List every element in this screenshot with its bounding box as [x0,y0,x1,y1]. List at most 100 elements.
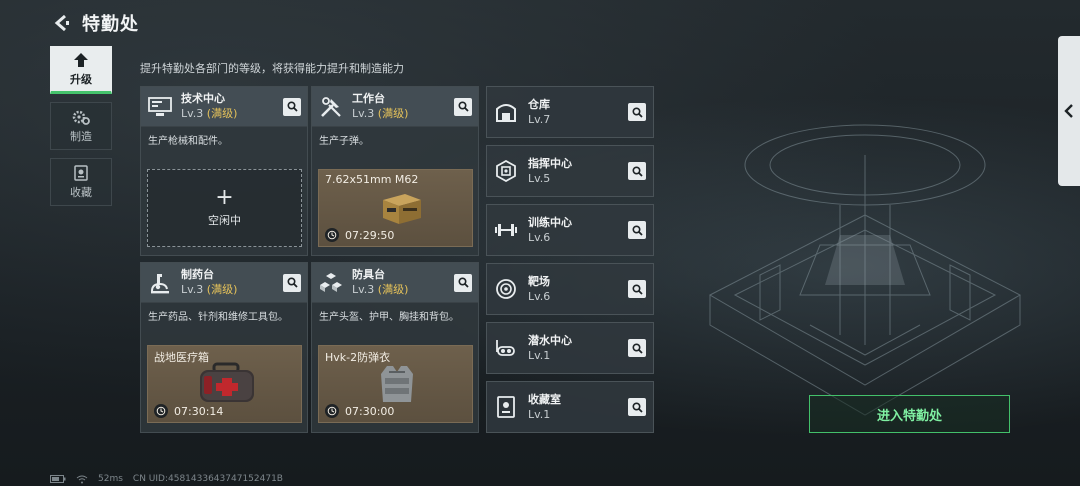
production-timer: 07:29:50 [325,228,394,242]
side-panel-toggle[interactable] [1058,36,1080,186]
back-button[interactable] [50,12,72,34]
production-timer: 07:30:14 [154,404,223,418]
search-icon [631,283,643,295]
page-subtitle: 提升特勤处各部门的等级，将获得能力提升和制造能力 [140,62,404,75]
card-header: 防具台 Lv.3 (满级) [312,263,478,303]
collection-icon [74,164,88,181]
tab-collection[interactable]: 收藏 [50,158,112,206]
search-icon [631,342,643,354]
page-header: 特勤处 [50,10,139,36]
facility-name: 技术中心 [181,92,225,105]
remaining-time: 07:29:50 [345,228,395,242]
facility-description: 生产头盔、护甲、胸挂和背包。 [319,312,459,323]
facility-description: 生产枪械和配件。 [148,136,228,147]
tab-upgrade[interactable]: 升级 [50,46,112,94]
department-item-command-center[interactable]: 指挥中心 Lv.5 [486,145,654,197]
inspect-button[interactable] [628,162,646,180]
upgrade-icon [74,52,88,67]
user-uid: CN UID:4581433643747152471B [132,474,283,484]
facility-level: Lv.3 [352,283,375,296]
back-arrow-icon [54,14,69,32]
department-name: 仓库 [528,97,550,111]
production-slot-busy[interactable]: Hvk-2防弹衣 07:30:00 [318,345,473,423]
card-header: 工作台 Lv.3 (满级) [312,87,478,127]
tab-upgrade-label: 升级 [70,72,92,86]
trophy-icon [494,395,518,419]
warehouse-icon [494,100,518,124]
search-icon [631,224,643,236]
facility-name: 制药台 [181,268,214,281]
search-icon [631,165,643,177]
armor-blocks-icon [318,270,344,296]
card-header: 制药台 Lv.3 (满级) [141,263,307,303]
inspect-button[interactable] [283,97,301,116]
department-level: Lv.7 [528,112,551,126]
tab-craft[interactable]: 制造 [50,102,112,150]
department-name: 指挥中心 [528,156,572,170]
card-header: 技术中心 Lv.3 (满级) [141,87,307,127]
clock-icon [154,404,168,418]
facility-card-pharmacy[interactable]: 制药台 Lv.3 (满级) 生产药品、针剂和维修工具包。 战地医疗箱 07:30… [140,262,308,433]
inspect-button[interactable] [283,273,301,292]
chip-icon [494,159,518,183]
max-level-badge: (满级) [377,283,409,296]
ammo-box-image [383,194,421,224]
remaining-time: 07:30:00 [345,404,395,418]
side-tabs: 升级 制造 收藏 [50,46,112,214]
facility-card-workbench[interactable]: 工作台 Lv.3 (满级) 生产子弹。 7.62x51mm M62 07:29:… [311,86,479,256]
ping-value: 52ms [98,474,123,484]
inspect-button[interactable] [454,273,472,292]
facility-level: Lv.3 [352,107,375,120]
max-level-badge: (满级) [206,107,238,120]
remaining-time: 07:30:14 [174,404,224,418]
inspect-button[interactable] [628,103,646,121]
facility-card-armor-bench[interactable]: 防具台 Lv.3 (满级) 生产头盔、护甲、胸挂和背包。 Hvk-2防弹衣 07… [311,262,479,433]
department-name: 训练中心 [528,215,572,229]
search-icon [457,101,469,112]
inspect-button[interactable] [628,280,646,298]
facility-name: 防具台 [352,268,385,281]
tab-craft-label: 制造 [70,129,92,143]
dumbbell-icon [494,218,518,242]
chevron-left-icon [1064,104,1073,118]
wifi-icon [76,475,88,483]
base-model-illustration [708,124,1022,416]
facility-level: Lv.3 [181,107,204,120]
search-icon [457,277,469,288]
production-timer: 07:30:00 [325,404,394,418]
production-slot-busy[interactable]: 战地医疗箱 07:30:14 [147,345,302,423]
inspect-button[interactable] [628,398,646,416]
production-slot-busy[interactable]: 7.62x51mm M62 07:29:50 [318,169,473,247]
search-icon [286,277,298,288]
max-level-badge: (满级) [206,283,238,296]
department-item-warehouse[interactable]: 仓库 Lv.7 [486,86,654,138]
computer-icon [147,94,173,120]
department-item-shooting-range[interactable]: 靶场 Lv.6 [486,263,654,315]
department-level: Lv.6 [528,230,551,244]
search-icon [631,106,643,118]
department-name: 收藏室 [528,392,561,406]
department-name: 潜水中心 [528,333,572,347]
microscope-icon [147,270,173,296]
production-slot-idle[interactable]: + 空闲中 [147,169,302,247]
target-icon [494,277,518,301]
inspect-button[interactable] [628,339,646,357]
facility-name: 工作台 [352,92,385,105]
department-item-training-center[interactable]: 训练中心 Lv.6 [486,204,654,256]
facility-description: 生产药品、针剂和维修工具包。 [148,312,288,323]
battery-icon [50,475,66,483]
inspect-button[interactable] [454,97,472,116]
department-item-collection-room[interactable]: 收藏室 Lv.1 [486,381,654,433]
facility-card-tech-center[interactable]: 技术中心 Lv.3 (满级) 生产枪械和配件。 + 空闲中 [140,86,308,256]
body-armor-image [381,366,413,402]
facility-level: Lv.3 [181,283,204,296]
enter-special-ops-button[interactable]: 进入特勤处 [809,395,1010,433]
inspect-button[interactable] [628,221,646,239]
facility-description: 生产子弹。 [319,136,369,147]
department-name: 靶场 [528,274,550,288]
department-level: Lv.5 [528,171,551,185]
department-item-diving-center[interactable]: 潜水中心 Lv.1 [486,322,654,374]
department-level: Lv.1 [528,407,551,421]
idle-label: 空闲中 [208,214,241,227]
tools-icon [318,94,344,120]
